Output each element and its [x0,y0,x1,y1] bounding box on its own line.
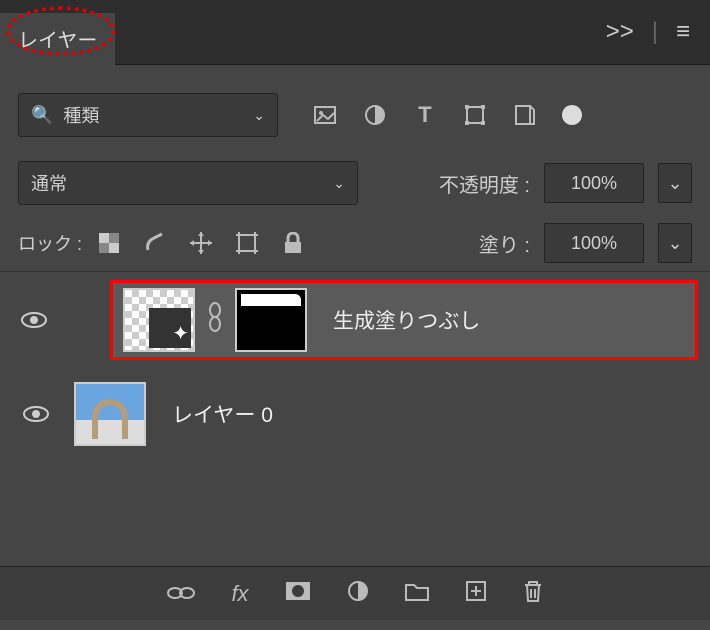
filter-toggle[interactable] [562,105,582,125]
fx-icon[interactable]: fx [231,581,248,607]
blend-mode-label: 通常 [31,170,67,196]
lock-position-icon[interactable] [188,230,214,256]
fill-value[interactable]: 100% [544,223,644,263]
fill-label: 塗り : [479,229,530,258]
opacity-label: 不透明度 : [439,169,530,198]
smartobject-filter-icon[interactable] [512,102,538,128]
layer-thumbnail[interactable]: ✦ [123,288,195,352]
visibility-toggle[interactable] [20,405,52,423]
layer-name[interactable]: 生成塗りつぶし [333,305,480,335]
lock-paint-icon[interactable] [142,230,168,256]
delete-layer-icon[interactable] [523,580,543,608]
type-filter-icon[interactable]: T [412,102,438,128]
lock-all-icon[interactable] [280,230,306,256]
image-filter-icon[interactable] [312,102,338,128]
layers-panel-tab[interactable]: レイヤー [0,13,115,65]
lock-label: ロック : [18,230,82,256]
filter-type-dropdown[interactable]: 🔍 種類 ⌄ [18,93,278,137]
lock-artboard-icon[interactable] [234,230,260,256]
link-layers-icon[interactable] [167,581,195,607]
adjustment-filter-icon[interactable] [362,102,388,128]
lock-transparency-icon[interactable] [96,230,122,256]
panel-menu-icon[interactable]: ≡ [676,18,690,46]
shape-filter-icon[interactable] [462,102,488,128]
add-mask-icon[interactable] [285,581,311,607]
layers-list: ✦ 生成塗りつぶし レイヤー 0 [0,272,710,454]
visibility-toggle[interactable] [18,311,50,329]
layer-row[interactable]: レイヤー 0 [6,374,704,454]
divider: | [652,18,658,46]
blend-mode-dropdown[interactable]: 通常 ⌄ [18,161,358,205]
layer-name[interactable]: レイヤー 0 [172,399,273,429]
chevron-down-icon: ⌄ [253,107,265,124]
collapse-button[interactable]: >> [606,18,634,46]
layer-mask-thumbnail[interactable] [235,288,307,352]
opacity-value[interactable]: 100% [544,163,644,203]
new-group-icon[interactable] [405,581,429,607]
link-icon[interactable] [207,302,223,338]
search-icon: 🔍 [31,105,53,126]
fill-chevron[interactable]: ⌄ [658,223,692,263]
bottom-toolbar: fx [0,566,710,620]
new-layer-icon[interactable] [465,580,487,608]
chevron-down-icon: ⌄ [333,175,345,192]
adjustment-layer-icon[interactable] [347,580,369,608]
layer-thumbnail[interactable] [74,382,146,446]
sparkle-icon: ✦ [172,321,189,346]
filter-type-label: 種類 [63,102,99,128]
layer-row[interactable]: ✦ 生成塗りつぶし [110,280,698,360]
opacity-chevron[interactable]: ⌄ [658,163,692,203]
